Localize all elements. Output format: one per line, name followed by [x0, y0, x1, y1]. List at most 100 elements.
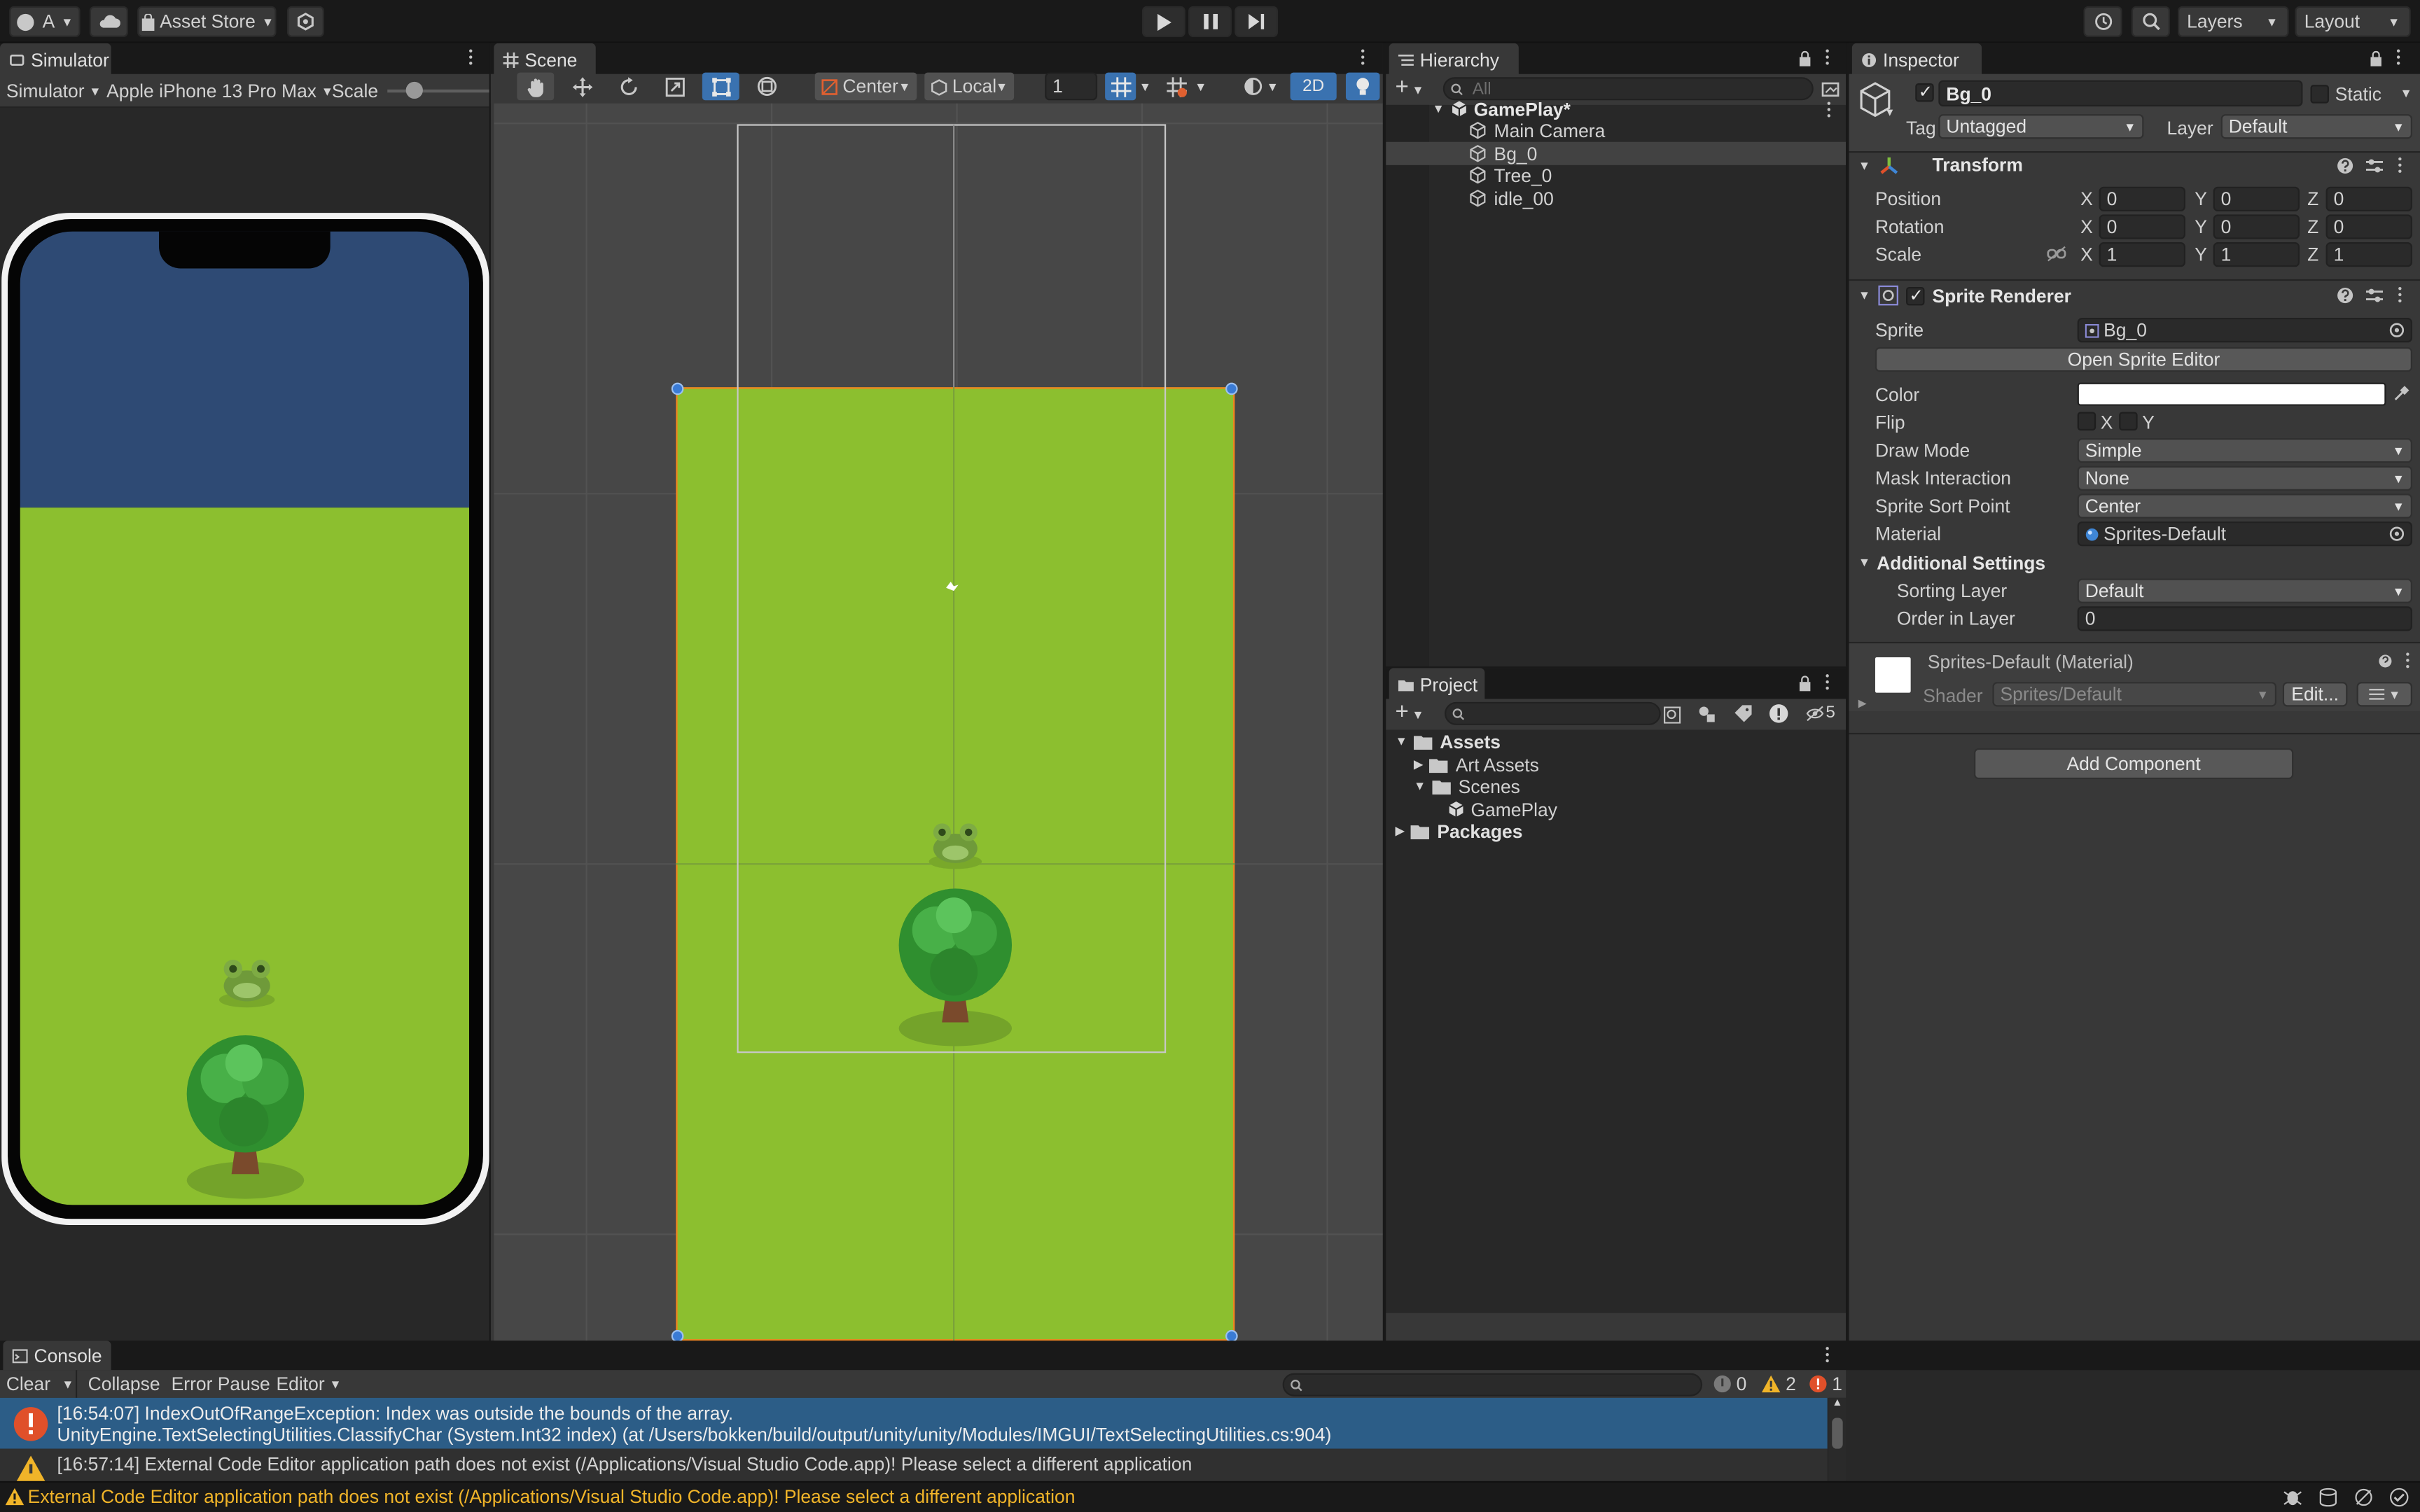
flip-x-checkbox[interactable]: [2077, 412, 2096, 430]
project-folder-packages[interactable]: ▶ Packages: [1386, 819, 1846, 842]
console-scrollbar[interactable]: ▲: [1828, 1397, 1847, 1481]
object-picker-icon[interactable]: [2389, 323, 2405, 338]
project-folder-scenes[interactable]: ▼ Scenes: [1386, 774, 1846, 797]
help-icon[interactable]: [2337, 158, 2353, 174]
position-x-field[interactable]: 0: [2099, 186, 2185, 211]
error-filter-toggle[interactable]: 1: [1809, 1373, 1842, 1394]
color-field[interactable]: [2077, 382, 2386, 406]
draw-mode-dropdown[interactable]: Simple ▼: [2077, 438, 2412, 463]
object-picker-icon[interactable]: [2389, 526, 2405, 542]
grid-size-field[interactable]: 1: [1045, 72, 1098, 101]
cache-server-icon[interactable]: [2318, 1488, 2339, 1508]
version-control-button[interactable]: [286, 6, 324, 37]
sprite-sort-point-dropdown[interactable]: Center ▼: [2077, 493, 2412, 519]
frog-sprite[interactable]: [924, 819, 986, 872]
position-y-field[interactable]: 0: [2213, 186, 2300, 211]
history-button[interactable]: [2083, 6, 2122, 37]
clear-options-dropdown[interactable]: ▼: [62, 1378, 74, 1392]
device-dropdown[interactable]: Apple iPhone 13 Pro Max ▼: [106, 80, 333, 102]
lock-icon[interactable]: [1798, 676, 1812, 692]
material-menu-icon[interactable]: [2405, 652, 2411, 668]
additional-settings-foldout[interactable]: ▼ Additional Settings: [1849, 550, 2420, 578]
hierarchy-item[interactable]: Main Camera: [1386, 119, 1846, 142]
increment-snap-dropdown[interactable]: ▼: [1192, 73, 1210, 101]
transform-header[interactable]: ▼ Transform: [1849, 151, 2420, 182]
layer-dropdown[interactable]: Default ▼: [2220, 114, 2412, 139]
rotation-z-field[interactable]: 0: [2325, 214, 2412, 239]
filter-by-type-icon[interactable]: [1697, 705, 1716, 723]
rotation-y-field[interactable]: 0: [2213, 214, 2300, 239]
cloud-button[interactable]: [89, 6, 128, 37]
collapse-toggle[interactable]: Collapse: [88, 1373, 160, 1395]
scale-tool-button[interactable]: [656, 73, 693, 101]
project-search-input[interactable]: [1445, 701, 1661, 725]
tab-hierarchy[interactable]: Hierarchy: [1389, 43, 1519, 76]
chevron-right-icon[interactable]: ▶: [1858, 697, 1867, 709]
layout-dropdown[interactable]: Layout ▼: [2295, 6, 2411, 37]
scale-z-field[interactable]: 1: [2325, 242, 2412, 267]
scale-y-field[interactable]: 1: [2213, 242, 2300, 267]
tab-project[interactable]: Project: [1389, 668, 1485, 701]
filter-by-label-icon[interactable]: [1734, 705, 1752, 722]
sorting-layer-dropdown[interactable]: Default ▼: [2077, 578, 2412, 603]
clear-button[interactable]: Clear: [6, 1373, 50, 1395]
scene-row-menu-icon[interactable]: [1826, 102, 1832, 118]
edit-shader-button[interactable]: Edit...: [2282, 682, 2348, 707]
tree-sprite[interactable]: [891, 886, 1020, 1049]
status-message[interactable]: External Code Editor application path do…: [28, 1486, 1076, 1508]
simulator-mode-dropdown[interactable]: Simulator ▼: [6, 80, 102, 102]
hierarchy-menu-icon[interactable]: [1824, 49, 1830, 68]
open-sprite-editor-button[interactable]: Open Sprite Editor: [1875, 346, 2412, 372]
play-button[interactable]: [1142, 6, 1185, 37]
eyedropper-icon[interactable]: [2392, 384, 2410, 402]
scroll-up-icon[interactable]: ▲: [1832, 1398, 1842, 1408]
component-menu-icon[interactable]: [2397, 157, 2403, 176]
check-circle-icon[interactable]: [2389, 1488, 2409, 1508]
info-filter-toggle[interactable]: 0: [1713, 1373, 1746, 1394]
static-checkbox[interactable]: [2310, 85, 2329, 104]
account-dropdown[interactable]: A ▼: [9, 6, 81, 37]
search-button[interactable]: [2131, 6, 2170, 37]
shader-dropdown[interactable]: Sprites/Default ▼: [1992, 682, 2277, 707]
inspector-menu-icon[interactable]: [2395, 49, 2402, 68]
help-icon[interactable]: [2337, 287, 2353, 304]
add-component-button[interactable]: Add Component: [1974, 748, 2294, 780]
hidden-packages-toggle[interactable]: 5: [1806, 704, 1835, 722]
static-dropdown-icon[interactable]: ▼: [2400, 86, 2412, 100]
asset-store-dropdown[interactable]: Asset Store ▼: [137, 6, 277, 37]
increment-snap-button[interactable]: [1160, 73, 1191, 101]
console-menu-icon[interactable]: [1824, 1347, 1830, 1365]
sprite-renderer-header[interactable]: ▼ ✓ Sprite Renderer: [1849, 281, 2420, 312]
step-button[interactable]: [1235, 6, 1278, 37]
lighting-toggle[interactable]: [1345, 72, 1380, 101]
toggle-2d-button[interactable]: 2D: [1290, 72, 1337, 101]
search-scope-icon[interactable]: [1663, 706, 1681, 724]
rect-handle[interactable]: [671, 382, 684, 396]
hierarchy-item-selected[interactable]: Bg_0: [1386, 141, 1847, 165]
create-asset-button[interactable]: + ▼: [1395, 701, 1424, 725]
layers-dropdown[interactable]: Layers ▼: [2177, 6, 2289, 37]
flip-y-checkbox[interactable]: [2119, 412, 2138, 430]
editor-dropdown[interactable]: Editor ▼: [277, 1373, 342, 1395]
active-checkbox[interactable]: ✓: [1915, 83, 1934, 102]
rect-handle[interactable]: [671, 1329, 684, 1341]
pivot-dropdown[interactable]: Center ▼: [814, 72, 917, 101]
mask-interaction-dropdown[interactable]: None ▼: [2077, 465, 2412, 491]
move-tool-button[interactable]: [563, 73, 600, 101]
order-in-layer-field[interactable]: 0: [2077, 606, 2412, 631]
auto-generate-lighting-icon[interactable]: [2353, 1488, 2374, 1508]
rotate-tool-button[interactable]: [610, 73, 647, 101]
transform-tool-button[interactable]: [749, 73, 786, 101]
component-menu-icon[interactable]: [2397, 286, 2403, 305]
sprite-renderer-enabled-checkbox[interactable]: ✓: [1906, 286, 1925, 306]
hierarchy-item[interactable]: idle_00: [1386, 187, 1846, 210]
help-icon[interactable]: [2378, 654, 2392, 668]
debug-icon[interactable]: [2283, 1488, 2303, 1508]
warning-filter-icon[interactable]: [1769, 704, 1789, 724]
warning-filter-toggle[interactable]: 2: [1761, 1373, 1796, 1394]
scale-slider[interactable]: [387, 89, 489, 93]
tab-scene[interactable]: Scene: [494, 43, 596, 76]
rotation-x-field[interactable]: 0: [2099, 214, 2185, 239]
scene-view[interactable]: [494, 103, 1383, 1341]
hierarchy-item[interactable]: Tree_0: [1386, 164, 1846, 187]
